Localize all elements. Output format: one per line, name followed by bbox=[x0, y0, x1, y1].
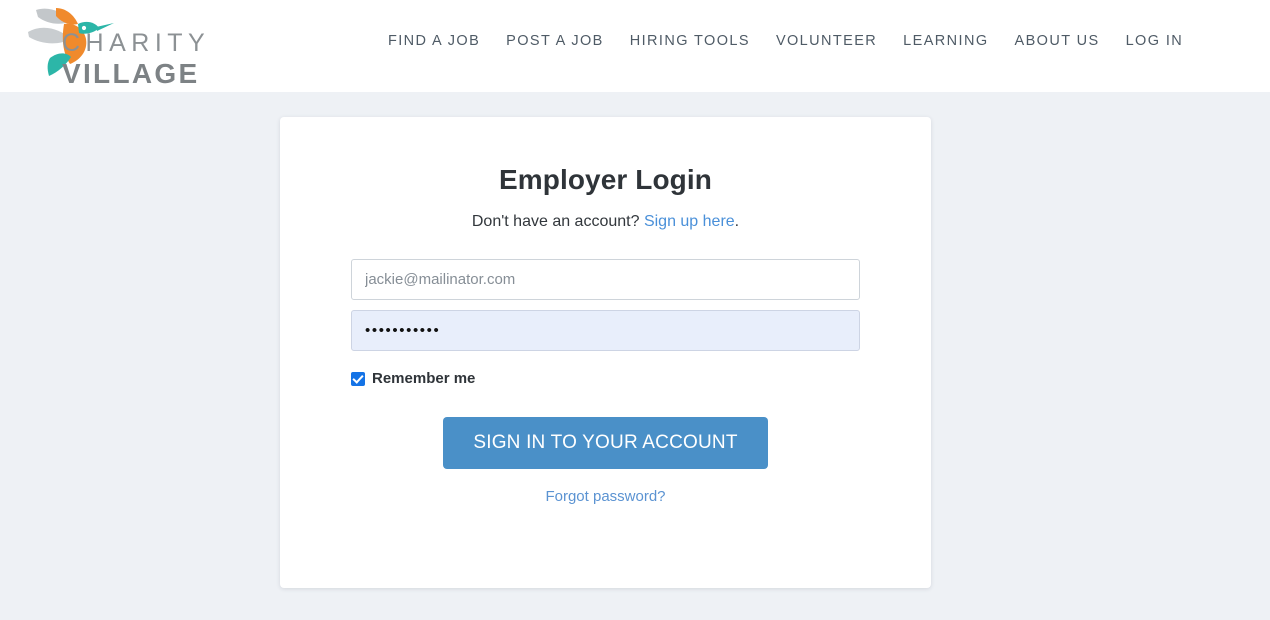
signup-prompt: Don't have an account? Sign up here. bbox=[351, 196, 860, 231]
nav-post-a-job[interactable]: POST A JOB bbox=[506, 33, 604, 49]
sign-in-row: SIGN IN TO YOUR ACCOUNT bbox=[351, 417, 860, 469]
main-navigation: FIND A JOB POST A JOB HIRING TOOLS VOLUN… bbox=[388, 33, 1183, 49]
site-header: CHARITY VILLAGE FIND A JOB POST A JOB HI… bbox=[0, 0, 1270, 92]
nav-find-a-job[interactable]: FIND A JOB bbox=[388, 33, 480, 49]
remember-me-row: Remember me bbox=[351, 370, 860, 387]
logo-wordmark: CHARITY VILLAGE bbox=[62, 29, 211, 89]
employer-login-card: Employer Login Don't have an account? Si… bbox=[280, 117, 931, 588]
password-field[interactable] bbox=[351, 310, 860, 351]
nav-volunteer[interactable]: VOLUNTEER bbox=[776, 33, 877, 49]
nav-learning[interactable]: LEARNING bbox=[903, 33, 988, 49]
email-field[interactable] bbox=[351, 259, 860, 300]
nav-log-in[interactable]: LOG IN bbox=[1126, 33, 1184, 49]
forgot-password-link[interactable]: Forgot password? bbox=[545, 488, 665, 505]
page-title: Employer Login bbox=[499, 164, 712, 195]
signup-prompt-period: . bbox=[734, 213, 740, 230]
sign-up-here-link[interactable]: Sign up here bbox=[644, 213, 735, 230]
logo-line-charity: CHARITY bbox=[62, 29, 211, 57]
page-body: Employer Login Don't have an account? Si… bbox=[0, 92, 1270, 620]
nav-about-us[interactable]: ABOUT US bbox=[1015, 33, 1100, 49]
sign-in-button[interactable]: SIGN IN TO YOUR ACCOUNT bbox=[443, 417, 768, 469]
remember-me-checkbox[interactable] bbox=[351, 371, 365, 386]
login-card-inner: Employer Login Don't have an account? Si… bbox=[280, 117, 931, 506]
forgot-password-row: Forgot password? bbox=[351, 488, 860, 506]
nav-hiring-tools[interactable]: HIRING TOOLS bbox=[630, 33, 750, 49]
login-form: Remember me SIGN IN TO YOUR ACCOUNT Forg… bbox=[351, 259, 860, 506]
signup-prompt-text: Don't have an account? bbox=[471, 213, 644, 230]
remember-me-label[interactable]: Remember me bbox=[372, 370, 475, 387]
charity-village-logo[interactable]: CHARITY VILLAGE bbox=[14, 2, 211, 92]
logo-line-village: VILLAGE bbox=[62, 58, 200, 89]
